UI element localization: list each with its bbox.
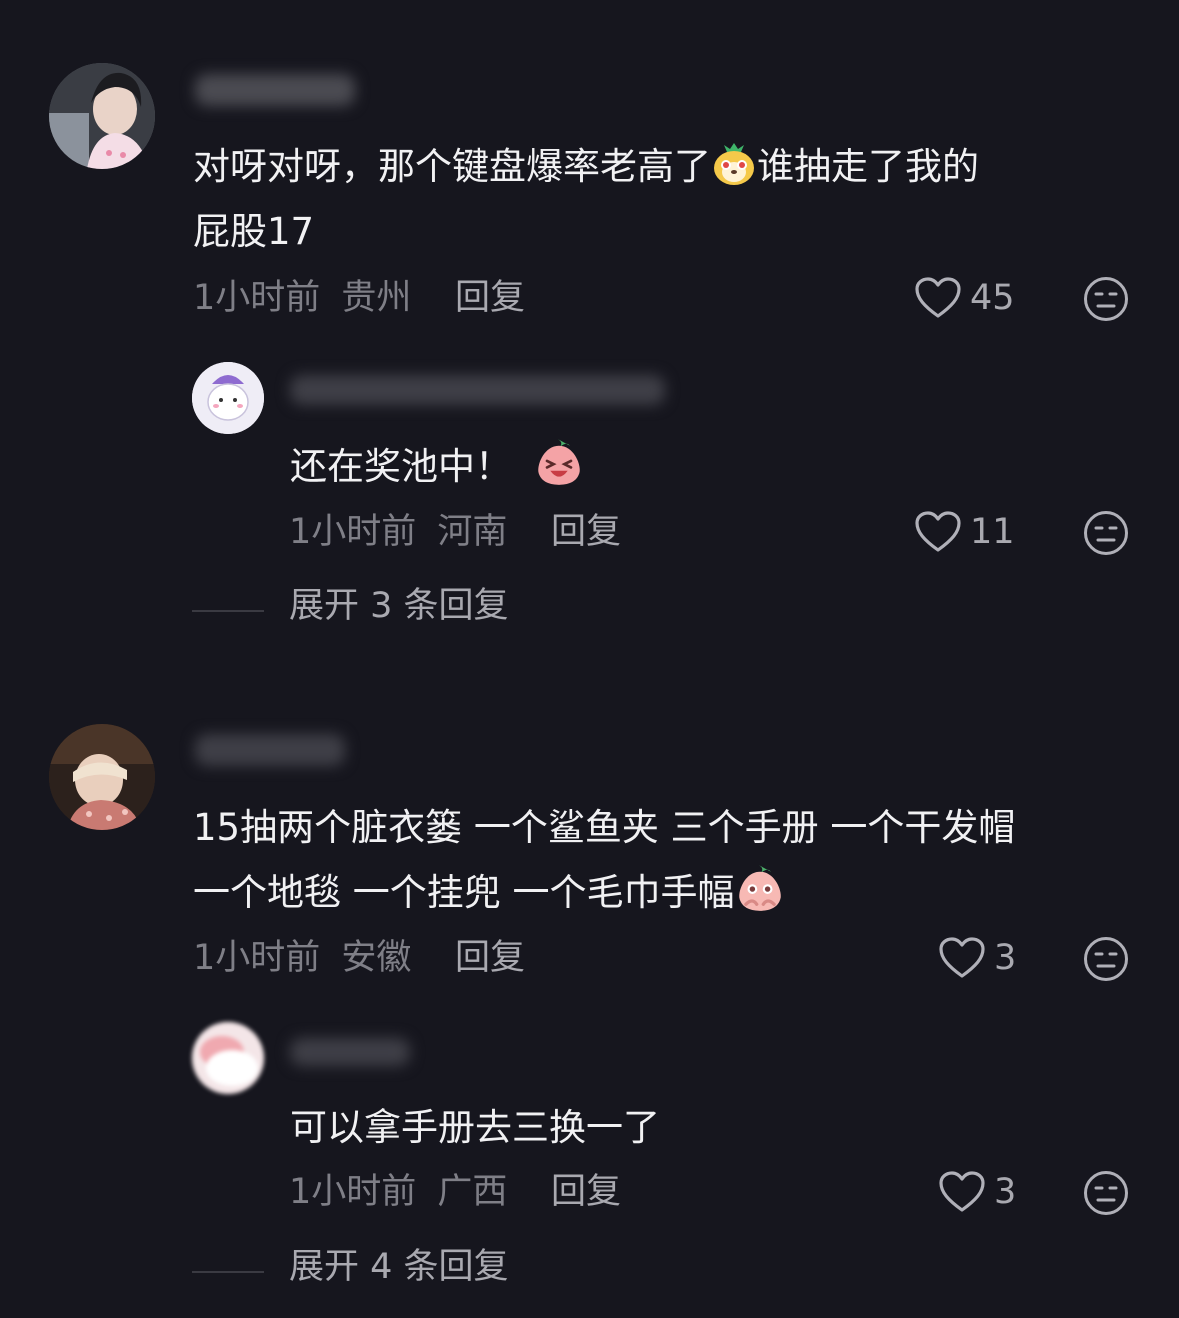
heart-outline-icon: [915, 277, 961, 318]
comment-text-line-2: 屁股17: [193, 210, 315, 253]
heart-outline-icon: [939, 1171, 985, 1212]
location: 贵州: [341, 278, 412, 318]
expand-divider: [192, 1271, 264, 1273]
laughing-peach-emoji: [538, 439, 580, 485]
comment-meta: 1小时前 安徽: [193, 938, 411, 978]
dislike-button[interactable]: [1083, 936, 1129, 982]
expand-replies-button[interactable]: 展开 3 条回复: [289, 586, 509, 626]
avatar[interactable]: [192, 1022, 264, 1094]
reply-button[interactable]: 回复: [551, 1172, 621, 1212]
reply-meta: 1小时前 广西: [289, 1172, 507, 1212]
like-button[interactable]: 3: [938, 936, 1016, 980]
timestamp: 1小时前: [289, 1172, 417, 1212]
reply-button[interactable]: 回复: [455, 938, 525, 978]
like-count: 45: [970, 278, 1015, 318]
location: 广西: [437, 1172, 508, 1212]
like-count: 3: [994, 1172, 1017, 1212]
reply-text: 还在奖池中！: [290, 434, 584, 499]
avatar[interactable]: [49, 724, 155, 830]
neutral-face-icon: [1084, 1171, 1128, 1215]
location: 安徽: [341, 938, 412, 978]
avatar[interactable]: [49, 63, 155, 169]
timestamp: 1小时前: [193, 938, 321, 978]
neutral-face-icon: [1084, 277, 1128, 321]
username-blurred[interactable]: [290, 375, 665, 405]
expand-divider: [192, 610, 264, 612]
heart-outline-icon: [915, 511, 961, 552]
expand-replies-button[interactable]: 展开 4 条回复: [289, 1247, 509, 1287]
dislike-button[interactable]: [1083, 510, 1129, 556]
dislike-button[interactable]: [1083, 276, 1129, 322]
comment-text-line-2: 一个地毯 一个挂兜 一个毛巾手幅: [193, 860, 785, 925]
dislike-button[interactable]: [1083, 1170, 1129, 1216]
timestamp: 1小时前: [193, 278, 321, 318]
neutral-face-icon: [1084, 937, 1128, 981]
reply-button[interactable]: 回复: [551, 512, 621, 552]
comment-text: 对呀对呀，那个键盘爆率老高了 谁抽走了我的: [193, 134, 979, 199]
pineapple-dog-emoji: [714, 143, 754, 185]
like-button[interactable]: 11: [914, 510, 1015, 554]
shy-peach-emoji: [738, 865, 781, 911]
location: 河南: [437, 512, 508, 552]
timestamp: 1小时前: [289, 512, 417, 552]
like-button[interactable]: 3: [938, 1170, 1016, 1214]
reply-meta: 1小时前 河南: [289, 512, 507, 552]
comment-meta: 1小时前 贵州: [193, 278, 411, 318]
like-count: 3: [994, 938, 1017, 978]
like-button[interactable]: 45: [914, 276, 1015, 320]
like-count: 11: [970, 512, 1015, 552]
reply-text: 可以拿手册去三换一了: [290, 1106, 660, 1149]
avatar[interactable]: [192, 362, 264, 434]
heart-outline-icon: [939, 937, 985, 978]
comment-text: 15抽两个脏衣篓 一个鲨鱼夹 三个手册 一个干发帽: [193, 806, 1016, 849]
username-blurred[interactable]: [195, 74, 355, 106]
username-blurred[interactable]: [290, 1038, 410, 1066]
neutral-face-icon: [1084, 511, 1128, 555]
username-blurred[interactable]: [195, 734, 345, 766]
reply-button[interactable]: 回复: [455, 278, 525, 318]
